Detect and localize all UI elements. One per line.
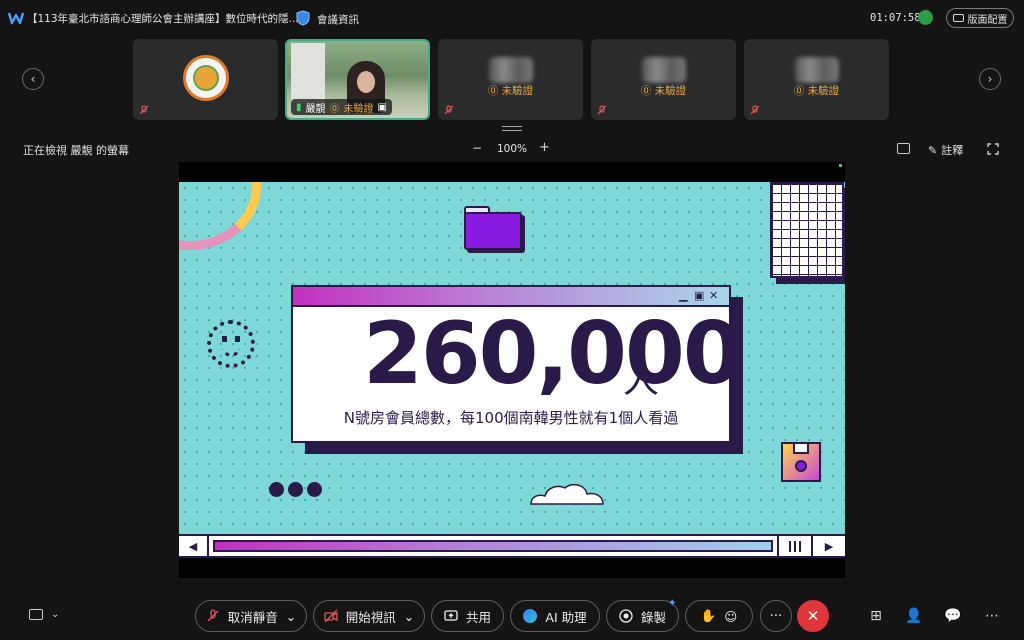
restore-icon: ▣ bbox=[694, 289, 705, 302]
reactions-button[interactable]: ✋ ☺ bbox=[685, 600, 753, 632]
meeting-info-link[interactable]: 會議資訊 bbox=[317, 12, 359, 27]
share-button[interactable]: 共用 bbox=[431, 600, 504, 632]
participant-tile[interactable]: ⓪ 未驗證 bbox=[744, 39, 889, 120]
raise-hand-icon: ✋ bbox=[700, 608, 717, 623]
start-video-label: 開始視訊 bbox=[345, 609, 396, 625]
leave-meeting-button[interactable]: ✕ bbox=[797, 600, 829, 632]
participant-tile[interactable]: ⓪ 未驗證 bbox=[591, 39, 736, 120]
close-icon: ✕ bbox=[806, 607, 820, 625]
mic-muted-icon bbox=[750, 105, 760, 115]
decorative-grid bbox=[770, 182, 844, 278]
mic-muted-icon bbox=[207, 609, 219, 622]
record-label: 錄製 bbox=[640, 609, 666, 625]
share-screen-icon: ▣ bbox=[377, 101, 387, 113]
shared-screen[interactable]: ▁ ▣ ✕ 260,000 人 N號房會員總數，每100個南韓男性就有1個人看過… bbox=[179, 162, 845, 578]
blurred-avatar bbox=[641, 57, 686, 83]
ellipsis-dots-decoration bbox=[269, 482, 322, 497]
warning-icon: ⓪ bbox=[487, 85, 499, 97]
annotate-label: 註釋 bbox=[941, 144, 964, 157]
chevron-down-icon[interactable]: ⌄ bbox=[286, 609, 296, 624]
floppy-disk-icon bbox=[781, 442, 821, 482]
apps-icon[interactable]: ⊞ bbox=[868, 608, 884, 624]
meeting-timer: 01:07:58 bbox=[870, 12, 921, 24]
participant-name-tag: ▮ 嚴靚 ⓪ 未驗證 ▣ bbox=[291, 99, 392, 115]
emoji-icon: ☺ bbox=[724, 608, 738, 624]
cloud-icon bbox=[530, 483, 604, 505]
pen-icon: ✎ bbox=[928, 143, 938, 157]
organization-logo bbox=[183, 55, 229, 101]
mic-muted-icon bbox=[597, 105, 607, 115]
fullscreen-icon[interactable] bbox=[987, 143, 999, 155]
smiley-icon bbox=[207, 320, 255, 368]
stat-popup-window: ▁ ▣ ✕ 260,000 人 N號房會員總數，每100個南韓男性就有1個人看過 bbox=[291, 285, 743, 443]
captions-icon bbox=[29, 609, 43, 620]
presentation-slide: ▁ ▣ ✕ 260,000 人 N號房會員總數，每100個南韓男性就有1個人看過… bbox=[179, 182, 845, 558]
meeting-title: 【113年臺北市諮商心理師公會主辦講座】數位時代的隱... bbox=[27, 13, 299, 25]
participants-icon[interactable]: 👤 bbox=[905, 608, 922, 624]
layout-button[interactable]: 版面配置 bbox=[946, 8, 1014, 28]
sparkle-icon: ✦ bbox=[668, 598, 677, 609]
layout-button-label: 版面配置 bbox=[967, 14, 1008, 26]
mic-muted-icon bbox=[444, 105, 454, 115]
unmute-button[interactable]: 取消靜音 ⌄ bbox=[195, 600, 307, 632]
chevron-down-icon[interactable]: ⌄ bbox=[404, 609, 414, 624]
screen-view-icon[interactable] bbox=[897, 143, 910, 154]
ai-assistant-label: AI 助理 bbox=[545, 609, 587, 625]
presence-indicator bbox=[839, 164, 842, 167]
viewing-screen-label: 正在檢視 嚴靚 的螢幕 bbox=[23, 144, 129, 157]
close-icon: ✕ bbox=[709, 289, 719, 302]
share-label: 共用 bbox=[465, 609, 491, 625]
resize-handle[interactable] bbox=[502, 126, 522, 131]
scroll-track bbox=[213, 540, 773, 552]
share-screen-icon bbox=[444, 610, 458, 621]
participant-tile[interactable]: ⓪ 未驗證 bbox=[438, 39, 583, 120]
captions-toggle[interactable]: ⌄ bbox=[29, 609, 59, 620]
annotate-button[interactable]: ✎ 註釋 bbox=[928, 142, 963, 158]
participant-status: 未驗證 bbox=[343, 103, 374, 115]
more-icon[interactable]: ⋯ bbox=[984, 608, 1000, 624]
blurred-avatar bbox=[488, 57, 533, 83]
warning-icon: ⓪ bbox=[640, 85, 652, 97]
title-bar: 【113年臺北市諮商心理師公會主辦講座】數位時代的隱... 會議資訊 01:07… bbox=[0, 0, 1024, 36]
video-off-icon bbox=[324, 609, 338, 623]
arrow-right-icon: ▶ bbox=[824, 539, 834, 553]
mic-muted-icon bbox=[139, 105, 149, 115]
folder-icon bbox=[464, 206, 524, 250]
more-options-button[interactable]: ··· bbox=[760, 600, 792, 632]
network-signal-icon[interactable] bbox=[918, 10, 933, 25]
zoom-in-button[interactable]: + bbox=[539, 140, 550, 155]
chevron-right-icon[interactable]: › bbox=[979, 68, 1001, 90]
participant-tile-logo[interactable] bbox=[133, 39, 278, 120]
blurred-avatar bbox=[794, 57, 839, 83]
stat-number: 260,000 bbox=[363, 304, 743, 404]
participant-status: ⓪ 未驗證 bbox=[640, 85, 687, 97]
unmute-label: 取消靜音 bbox=[227, 609, 278, 625]
shield-icon[interactable] bbox=[296, 10, 310, 26]
ai-assistant-icon bbox=[523, 609, 538, 623]
stat-caption: N號房會員總數，每100個南韓男性就有1個人看過 bbox=[343, 409, 679, 427]
scroll-grip bbox=[777, 536, 813, 556]
webex-logo-icon bbox=[8, 12, 24, 25]
participant-tile-video[interactable]: ▮ 嚴靚 ⓪ 未驗證 ▣ bbox=[285, 39, 430, 120]
participant-status: ⓪ 未驗證 bbox=[793, 85, 840, 97]
decorative-scrollbar: ◀ ▶ bbox=[179, 534, 845, 558]
participant-status: ⓪ 未驗證 bbox=[487, 85, 534, 97]
layout-icon bbox=[952, 14, 964, 22]
minimize-icon: ▁ bbox=[679, 289, 688, 302]
chevron-down-icon: ⌄ bbox=[51, 609, 60, 620]
participant-name: 嚴靚 bbox=[305, 103, 326, 115]
decorative-arc bbox=[179, 182, 261, 250]
ai-assistant-button[interactable]: AI 助理 bbox=[510, 600, 600, 632]
zoom-out-button[interactable]: − bbox=[472, 141, 482, 155]
warning-icon: ⓪ bbox=[329, 103, 340, 115]
chevron-left-icon[interactable]: ‹ bbox=[22, 68, 44, 90]
arrow-left-icon: ◀ bbox=[179, 536, 209, 556]
start-video-button[interactable]: 開始視訊 ⌄ bbox=[313, 600, 425, 632]
chat-icon[interactable]: 💬 bbox=[944, 608, 961, 624]
warning-icon: ⓪ bbox=[793, 85, 805, 97]
record-icon bbox=[619, 609, 633, 623]
mic-on-icon: ▮ bbox=[296, 101, 302, 113]
stat-unit: 人 bbox=[623, 360, 660, 401]
zoom-level[interactable]: 100% bbox=[497, 143, 527, 155]
